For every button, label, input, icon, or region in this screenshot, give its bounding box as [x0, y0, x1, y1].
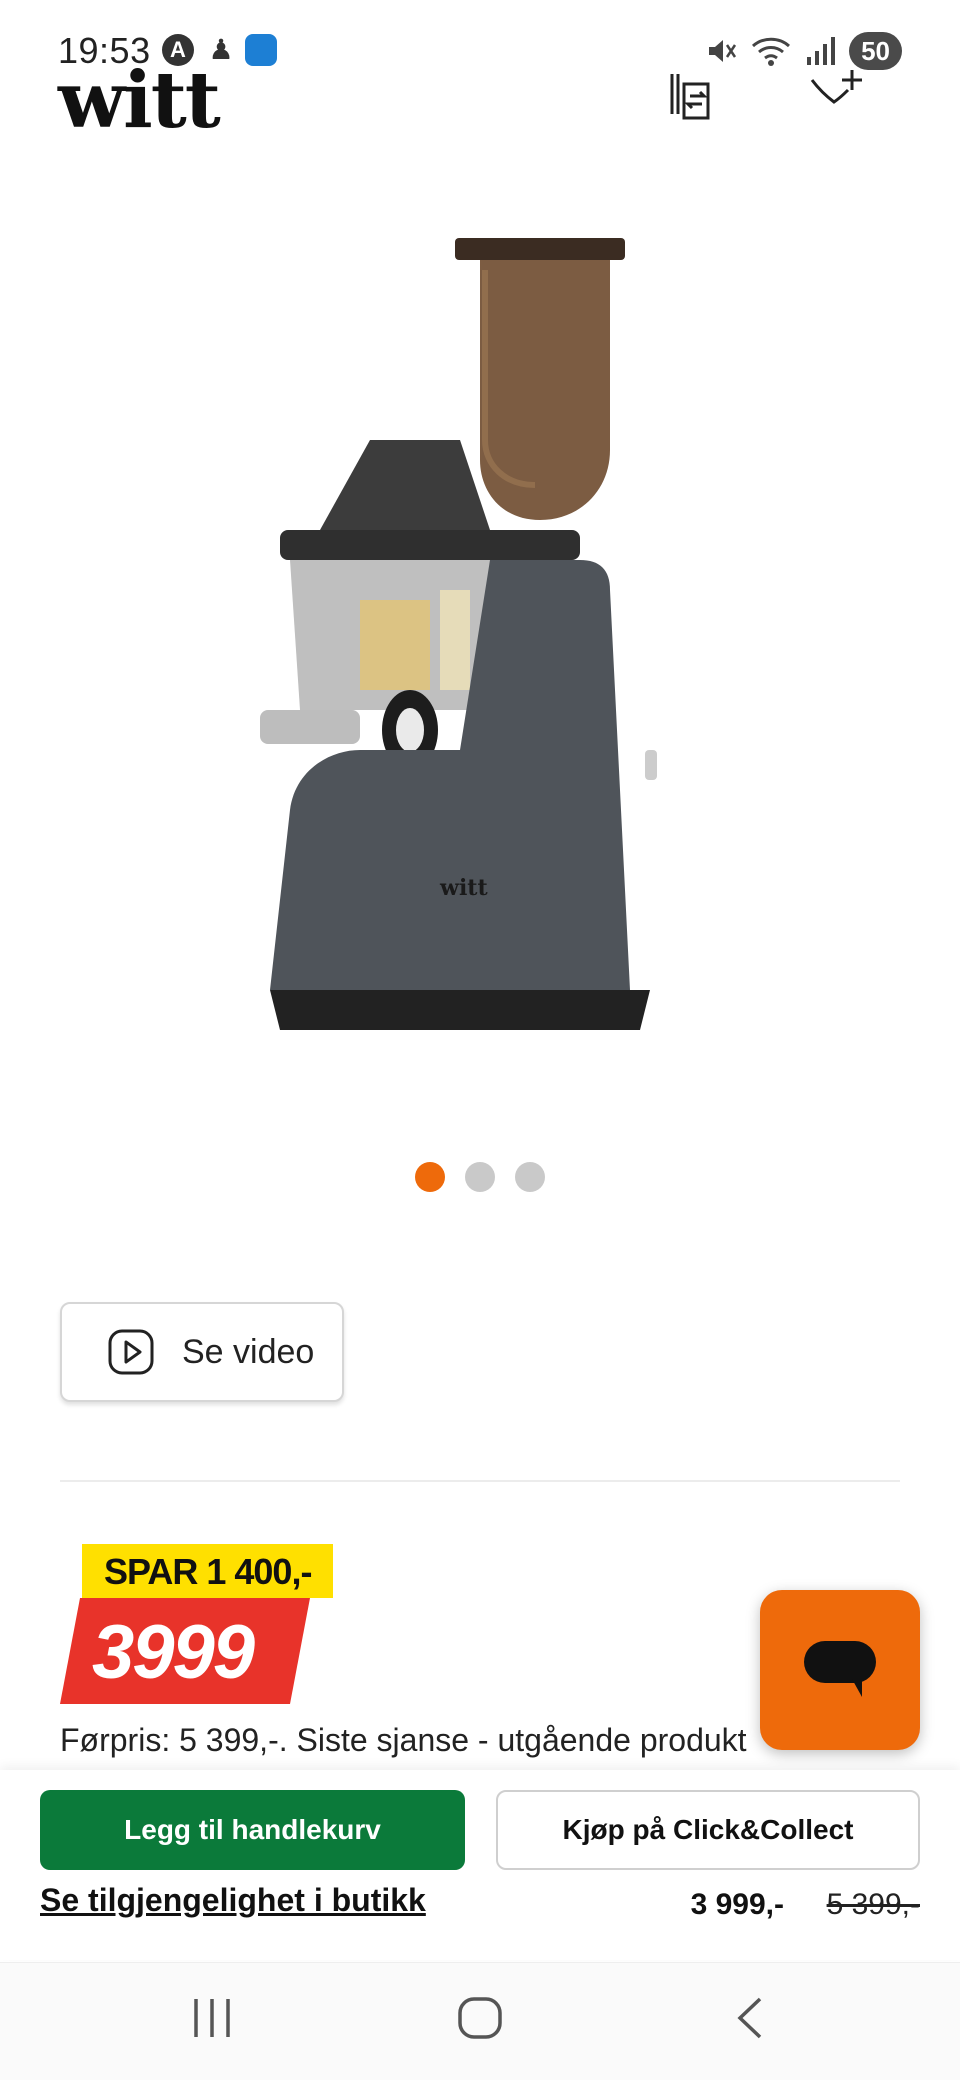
mute-icon: [709, 40, 737, 62]
status-right: 50: [705, 32, 902, 70]
divider: [60, 1480, 900, 1482]
add-to-cart-button[interactable]: Legg til handlekurv: [40, 1790, 465, 1870]
system-nav-bar: [0, 1962, 960, 2080]
carousel-dot-1[interactable]: [415, 1162, 445, 1192]
product-logo-text: witt: [439, 875, 488, 901]
recent-apps-icon[interactable]: [190, 1993, 234, 2043]
back-icon[interactable]: [730, 1993, 770, 2043]
favorite-add-icon[interactable]: [808, 70, 868, 126]
carousel-dot-3[interactable]: [515, 1162, 545, 1192]
battery-indicator: 50: [849, 32, 902, 70]
play-icon: [108, 1329, 154, 1375]
price-value: 3999: [92, 1610, 255, 1695]
store-availability-link[interactable]: Se tilgjengelighet i butikk: [40, 1882, 426, 1919]
carousel-dot-2[interactable]: [465, 1162, 495, 1192]
chat-button[interactable]: [760, 1590, 920, 1750]
save-badge: SPAR 1 400,-: [82, 1544, 334, 1598]
video-button-label: Se video: [182, 1332, 315, 1371]
summary-price: 3 999,-: [690, 1888, 784, 1921]
witt-logo[interactable]: witt: [58, 62, 221, 140]
app-icon: [245, 34, 277, 66]
carousel-dots: [0, 1162, 960, 1192]
signal-icon: [807, 37, 836, 65]
click-collect-button[interactable]: Kjøp på Click&Collect: [496, 1790, 920, 1870]
bottom-action-bar: Legg til handlekurv Kjøp på Click&Collec…: [0, 1770, 960, 1960]
home-icon[interactable]: [456, 1993, 504, 2043]
compare-icon[interactable]: [664, 70, 720, 126]
wifi-icon: [752, 37, 791, 66]
product-image[interactable]: witt: [260, 230, 700, 1070]
chat-bubble-icon: [804, 1641, 876, 1697]
previous-price-note: Førpris: 5 399,-. Siste sjanse - utgåend…: [60, 1722, 747, 1758]
video-button[interactable]: Se video: [60, 1302, 344, 1402]
summary-old-price: 5 399,-: [826, 1888, 920, 1921]
